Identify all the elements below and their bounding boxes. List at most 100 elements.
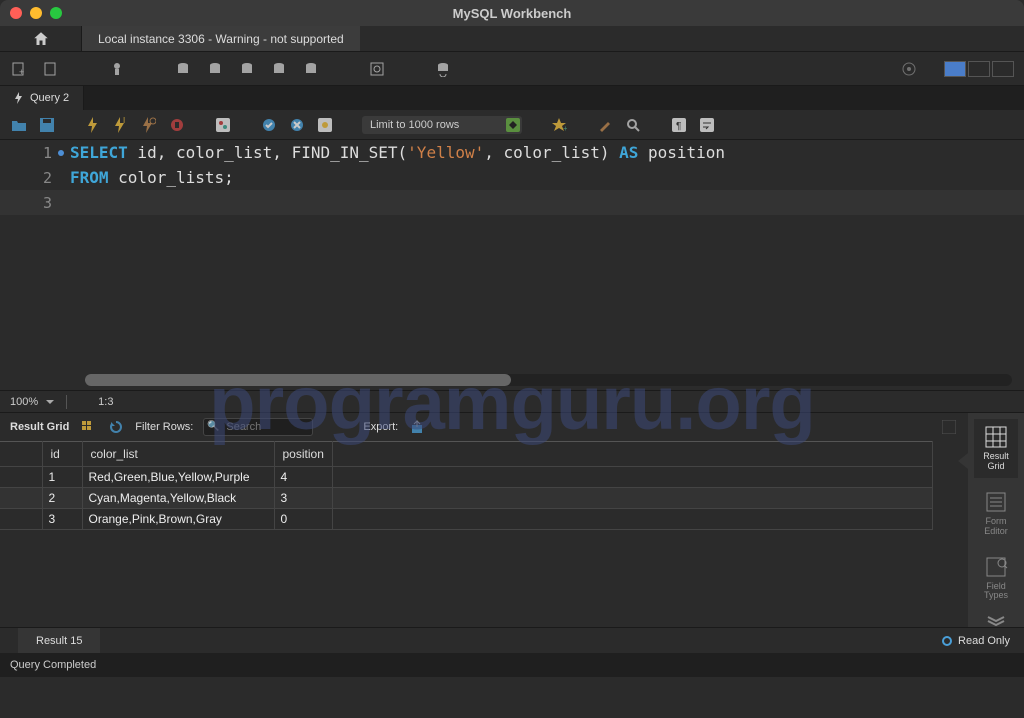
invisible-chars-icon[interactable]: ¶ (670, 116, 688, 134)
minimize-window-button[interactable] (30, 7, 42, 19)
export-icon[interactable] (408, 418, 426, 436)
wrap-icon[interactable] (698, 116, 716, 134)
column-header[interactable]: color_list (82, 442, 274, 467)
svg-text:¶: ¶ (676, 121, 681, 132)
chevron-down-icon[interactable] (986, 615, 1006, 627)
zoom-dropdown-icon[interactable] (46, 398, 54, 406)
table-cell[interactable] (0, 488, 42, 509)
explain-icon[interactable] (140, 116, 158, 134)
toggle-bottom-panel[interactable] (968, 61, 990, 77)
db-search-icon[interactable] (368, 60, 386, 78)
table-cell[interactable]: Cyan,Magenta,Yellow,Black (82, 488, 274, 509)
settings-gear-icon[interactable] (900, 60, 918, 78)
query-tab-label: Query 2 (30, 92, 69, 104)
result-tab[interactable]: Result 15 (18, 628, 100, 653)
save-file-icon[interactable] (38, 116, 56, 134)
toggle-left-panel[interactable] (944, 61, 966, 77)
result-toolbar: Result Grid Filter Rows: 🔍 Export: (0, 413, 968, 441)
result-pane: Result Grid Filter Rows: 🔍 Export: idcol… (0, 412, 1024, 627)
db-reconnect-icon[interactable] (434, 60, 452, 78)
commit-icon[interactable] (260, 116, 278, 134)
collapse-arrow-icon[interactable] (958, 453, 968, 469)
lightning-icon (14, 92, 24, 104)
table-cell[interactable]: Red,Green,Blue,Yellow,Purple (82, 467, 274, 488)
toggle-icon[interactable] (214, 116, 232, 134)
code-line[interactable]: 3 (0, 190, 1024, 215)
grid-view-icon[interactable] (79, 418, 97, 436)
brush-icon[interactable] (596, 116, 614, 134)
sql-editor[interactable]: 1SELECT id, color_list, FIND_IN_SET('Yel… (0, 140, 1024, 390)
table-cell[interactable]: 1 (42, 467, 82, 488)
table-cell[interactable] (0, 509, 42, 530)
readonly-indicator: Read Only (942, 635, 1010, 647)
toggle-right-panel[interactable] (992, 61, 1014, 77)
spacer-cell (332, 467, 932, 488)
editor-status-bar: 100% 1:3 (0, 390, 1024, 412)
new-sql-tab-icon[interactable]: + (10, 60, 28, 78)
sidebar-label: Result Grid (974, 452, 1018, 472)
table-cell[interactable] (0, 467, 42, 488)
line-number: 3 (0, 194, 70, 212)
export-label: Export: (363, 421, 398, 433)
row-limit-select[interactable]: Limit to 1000 rows (362, 116, 522, 134)
code-line[interactable]: 1SELECT id, color_list, FIND_IN_SET('Yel… (0, 140, 1024, 165)
execute-icon[interactable] (84, 116, 102, 134)
column-header[interactable]: position (274, 442, 332, 467)
db-icon-1[interactable] (174, 60, 192, 78)
result-tab-bar: Result 15 Read Only (0, 627, 1024, 653)
table-row[interactable]: 3Orange,Pink,Brown,Gray0 (0, 509, 932, 530)
table-row[interactable]: 1Red,Green,Blue,Yellow,Purple4 (0, 467, 932, 488)
table-cell[interactable]: 0 (274, 509, 332, 530)
find-icon[interactable] (624, 116, 642, 134)
maximize-window-button[interactable] (50, 7, 62, 19)
query-tab-bar: Query 2 (0, 86, 1024, 110)
beautify-icon[interactable]: + (550, 116, 568, 134)
db-icon-3[interactable] (238, 60, 256, 78)
home-icon (32, 30, 50, 48)
line-number: 2 (0, 169, 70, 187)
db-icon-2[interactable] (206, 60, 224, 78)
form-icon (984, 490, 1008, 514)
connection-tab[interactable]: Local instance 3306 - Warning - not supp… (82, 26, 360, 51)
table-row[interactable]: 2Cyan,Magenta,Yellow,Black3 (0, 488, 932, 509)
horizontal-scrollbar[interactable] (85, 374, 1012, 386)
status-bar: Query Completed (0, 653, 1024, 677)
sidebar-label: Form Editor (974, 517, 1018, 537)
close-window-button[interactable] (10, 7, 22, 19)
table-cell[interactable]: 4 (274, 467, 332, 488)
table-cell[interactable]: 3 (274, 488, 332, 509)
table-cell[interactable]: 2 (42, 488, 82, 509)
query-toolbar: I Limit to 1000 rows + ¶ (0, 110, 1024, 140)
sidebar-result-grid[interactable]: Result Grid (974, 419, 1018, 478)
db-icon-4[interactable] (270, 60, 288, 78)
result-sidebar: Result Grid Form Editor Field Types (968, 413, 1024, 627)
svg-text:I: I (123, 117, 125, 125)
sidebar-label: Field Types (974, 582, 1018, 602)
zoom-level[interactable]: 100% (10, 396, 38, 408)
table-cell[interactable]: Orange,Pink,Brown,Gray (82, 509, 274, 530)
wrap-cell-icon[interactable] (940, 418, 958, 436)
execute-current-icon[interactable]: I (112, 116, 130, 134)
autocommit-icon[interactable] (316, 116, 334, 134)
query-tab[interactable]: Query 2 (0, 86, 84, 110)
table-cell[interactable]: 3 (42, 509, 82, 530)
refresh-icon[interactable] (107, 418, 125, 436)
scrollbar-thumb[interactable] (85, 374, 511, 386)
stepper-arrows-icon (506, 118, 520, 132)
spacer-column (332, 442, 932, 467)
rollback-icon[interactable] (288, 116, 306, 134)
breakpoint-marker (58, 150, 64, 156)
result-grid[interactable]: idcolor_listposition1Red,Green,Blue,Yell… (0, 441, 968, 627)
db-icon-5[interactable] (302, 60, 320, 78)
column-header[interactable]: id (42, 442, 82, 467)
svg-text:+: + (563, 124, 567, 133)
sidebar-field-types[interactable]: Field Types (974, 549, 1018, 608)
sidebar-form-editor[interactable]: Form Editor (974, 484, 1018, 543)
code-line[interactable]: 2FROM color_lists; (0, 165, 1024, 190)
column-header[interactable] (0, 442, 42, 467)
stop-icon[interactable] (168, 116, 186, 134)
home-tab[interactable] (0, 26, 82, 51)
open-sql-file-icon[interactable] (42, 60, 60, 78)
open-file-icon[interactable] (10, 116, 28, 134)
inspector-icon[interactable] (108, 60, 126, 78)
